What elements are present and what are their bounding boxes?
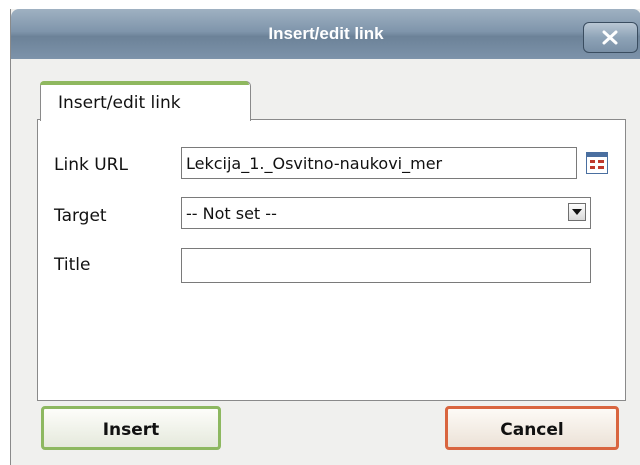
chevron-down-icon: [572, 209, 582, 215]
target-label: Target: [54, 206, 107, 226]
close-button[interactable]: [583, 22, 638, 53]
link-url-input[interactable]: Lekcija_1._Osvitno-naukovi_mer: [181, 147, 577, 179]
insert-button[interactable]: Insert: [41, 406, 221, 450]
link-url-label: Link URL: [54, 155, 128, 175]
insert-edit-link-dialog: Insert/edit link Insert/edit link Link U…: [10, 9, 640, 465]
link-form-panel: Link URL Lekcija_1._Osvitno-naukovi_mer …: [37, 119, 626, 401]
cancel-button[interactable]: Cancel: [445, 406, 619, 450]
browse-icon[interactable]: [586, 152, 608, 174]
close-icon: [602, 30, 618, 45]
link-url-value: Lekcija_1._Osvitno-naukovi_mer: [186, 154, 443, 173]
title-label: Title: [54, 255, 91, 275]
dialog-title: Insert/edit link: [268, 24, 384, 43]
target-value: -- Not set --: [186, 204, 277, 223]
dropdown-button[interactable]: [568, 203, 586, 221]
tab-label: Insert/edit link: [58, 93, 181, 113]
tab-accent: [40, 81, 249, 85]
title-bar[interactable]: Insert/edit link: [11, 9, 640, 59]
title-input[interactable]: [181, 248, 591, 283]
tab-insert-edit-link[interactable]: Insert/edit link: [40, 81, 251, 121]
target-select[interactable]: -- Not set --: [181, 197, 591, 229]
